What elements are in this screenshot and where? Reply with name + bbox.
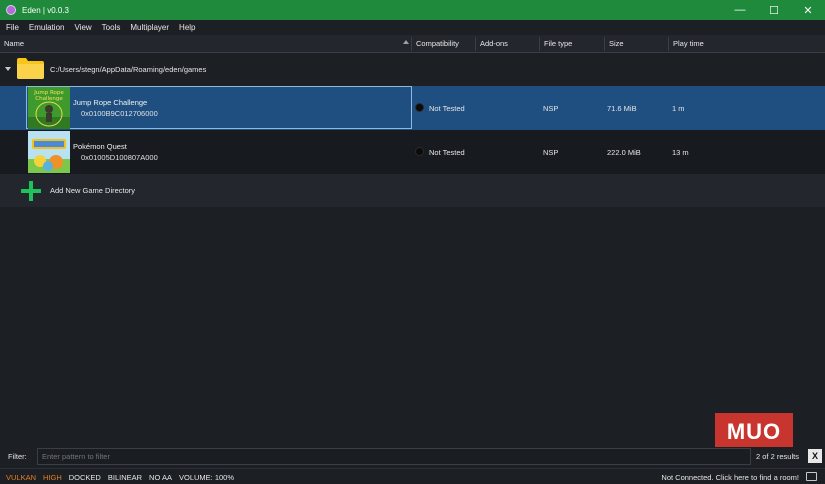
- minimize-button[interactable]: —: [723, 0, 757, 20]
- multiplayer-status[interactable]: Not Connected. Click here to find a room…: [661, 473, 799, 482]
- filter-input[interactable]: [37, 448, 751, 465]
- file-size: 71.6 MiB: [607, 104, 637, 113]
- game-row[interactable]: Pokémon Quest 0x01005D100807A000 Not Tes…: [0, 130, 825, 174]
- thumbnail-text-line-2: Challenge: [35, 96, 63, 102]
- anti-aliasing-toggle[interactable]: NO AA: [149, 473, 172, 482]
- window-controls: — ☐ ✕: [723, 0, 825, 20]
- file-type: NSP: [543, 104, 559, 113]
- game-title-id: 0x0100B9C012706000: [81, 109, 158, 118]
- graphics-api-toggle[interactable]: VULKAN: [6, 473, 36, 482]
- menu-view[interactable]: View: [69, 23, 96, 32]
- status-indicators: VULKAN HIGH DOCKED BILINEAR NO AA VOLUME…: [0, 473, 235, 482]
- compatibility-label: Not Tested: [429, 148, 465, 157]
- add-game-directory-row[interactable]: Add New Game Directory: [0, 174, 825, 207]
- directory-path: C:/Users/stegn/AppData/Roaming/eden/game…: [50, 65, 207, 74]
- column-header-size[interactable]: Size: [605, 35, 668, 53]
- folder-icon: [17, 58, 44, 79]
- game-title: Pokémon Quest: [73, 142, 127, 151]
- compatibility-status-icon: [415, 103, 424, 112]
- column-header-compatibility[interactable]: Compatibility: [412, 35, 475, 53]
- compatibility-label: Not Tested: [429, 104, 465, 113]
- docked-mode-toggle[interactable]: DOCKED: [69, 473, 101, 482]
- sort-ascending-icon: [403, 40, 409, 44]
- game-row[interactable]: Jump Rope Challenge Jump Rope Challenge …: [0, 86, 825, 130]
- volume-control[interactable]: VOLUME: 100%: [179, 473, 234, 482]
- game-list-header: Name Compatibility Add-ons File type Siz…: [0, 35, 825, 53]
- title-bar: Eden | v0.0.3 — ☐ ✕: [0, 0, 825, 20]
- play-time: 1 m: [672, 104, 685, 113]
- status-bar: VULKAN HIGH DOCKED BILINEAR NO AA VOLUME…: [0, 468, 825, 484]
- selection-outline: [26, 86, 412, 129]
- game-directory-row[interactable]: C:/Users/stegn/AppData/Roaming/eden/game…: [0, 53, 825, 86]
- menu-tools[interactable]: Tools: [97, 23, 126, 32]
- file-type: NSP: [543, 148, 559, 157]
- network-status-icon[interactable]: [806, 472, 817, 481]
- maximize-button[interactable]: ☐: [757, 0, 791, 20]
- close-button[interactable]: ✕: [791, 0, 825, 20]
- game-icon-pokemon-quest: [28, 131, 70, 173]
- compatibility-status-icon: [415, 147, 424, 156]
- eden-logo-icon: [6, 5, 16, 15]
- game-title-id: 0x01005D100807A000: [81, 153, 158, 162]
- play-time: 13 m: [672, 148, 689, 157]
- plus-icon: [21, 181, 41, 201]
- column-header-playtime[interactable]: Play time: [669, 35, 749, 53]
- column-header-addons[interactable]: Add-ons: [476, 35, 539, 53]
- expand-arrow-icon[interactable]: [5, 67, 11, 71]
- window-title: Eden | v0.0.3: [22, 5, 69, 15]
- menu-emulation[interactable]: Emulation: [24, 23, 70, 32]
- gpu-accuracy-toggle[interactable]: HIGH: [43, 473, 62, 482]
- clear-filter-button[interactable]: X: [808, 449, 822, 463]
- add-game-directory-label: Add New Game Directory: [50, 186, 136, 195]
- menu-file[interactable]: File: [1, 23, 24, 32]
- menu-help[interactable]: Help: [174, 23, 200, 32]
- filter-results-count: 2 of 2 results: [756, 452, 799, 461]
- filter-bar: Filter: 2 of 2 results X: [0, 447, 825, 466]
- game-title: Jump Rope Challenge: [73, 98, 148, 107]
- column-header-filetype[interactable]: File type: [540, 35, 604, 53]
- menu-bar: File Emulation View Tools Multiplayer He…: [0, 20, 825, 35]
- filter-mode-toggle[interactable]: BILINEAR: [108, 473, 142, 482]
- column-header-name[interactable]: Name: [0, 35, 411, 53]
- file-size: 222.0 MiB: [607, 148, 641, 157]
- filter-label: Filter:: [8, 452, 27, 461]
- game-icon-jump-rope: Jump Rope Challenge: [28, 87, 70, 129]
- menu-multiplayer[interactable]: Multiplayer: [125, 23, 174, 32]
- muo-watermark-logo: MUO: [715, 413, 793, 451]
